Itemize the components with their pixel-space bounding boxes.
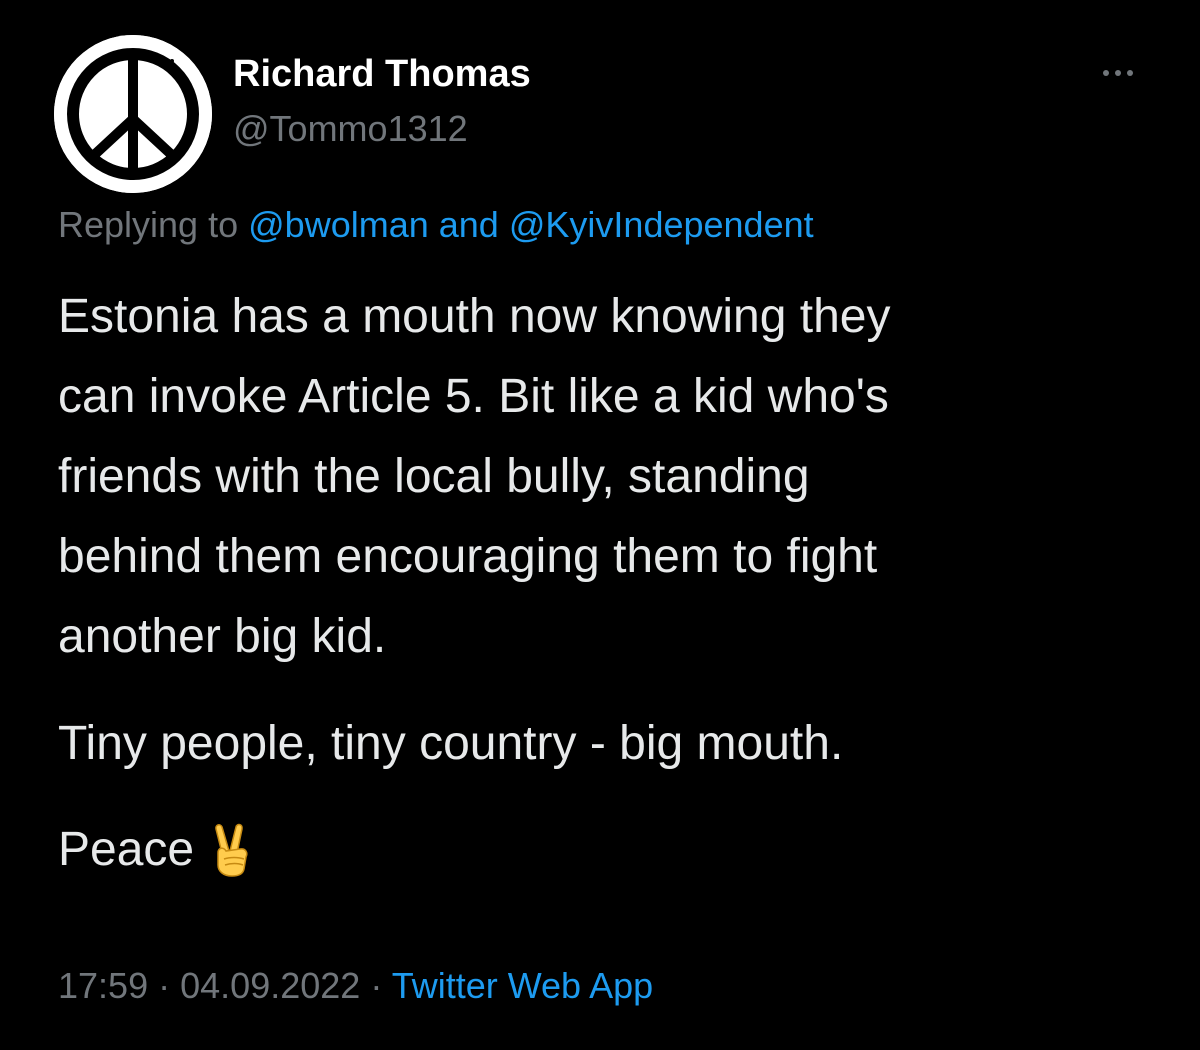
tweet-line: Estonia has a mouth now knowing they xyxy=(58,290,891,343)
mention-kyivindependent[interactable]: @KyivIndependent xyxy=(509,204,814,245)
tweet-line: another big kid. xyxy=(58,610,387,663)
tweet: Richard Thomas @Tommo1312 Replying to @b… xyxy=(0,0,1200,1050)
replying-to-label: Replying to xyxy=(58,204,239,245)
mention-bwolman[interactable]: @bwolman xyxy=(248,204,429,245)
more-dot xyxy=(1115,70,1121,76)
more-options-icon[interactable] xyxy=(1094,58,1142,88)
meta-separator: · xyxy=(370,965,383,1006)
tweet-line: behind them encouraging them to fight xyxy=(58,530,878,583)
tweet-paragraph-peace: Peace xyxy=(58,810,254,902)
display-name[interactable]: Richard Thomas xyxy=(233,50,531,98)
meta-separator: · xyxy=(158,965,171,1006)
peace-sign-icon xyxy=(54,35,212,193)
avatar[interactable] xyxy=(54,35,212,193)
replying-to: Replying to @bwolman and @KyivIndependen… xyxy=(58,202,814,248)
tweet-paragraph: Tiny people, tiny country - big mouth. xyxy=(58,717,844,770)
replying-to-conjunction[interactable]: and xyxy=(439,204,499,245)
peace-text: Peace xyxy=(58,823,195,876)
victory-hand-emoji-icon xyxy=(210,822,254,902)
tweet-meta: 17:59 · 04.09.2022 · Twitter Web App xyxy=(58,962,653,1010)
more-dot xyxy=(1103,70,1109,76)
user-handle[interactable]: @Tommo1312 xyxy=(233,106,468,152)
tweet-line: can invoke Article 5. Bit like a kid who… xyxy=(58,370,889,423)
tweet-source-link[interactable]: Twitter Web App xyxy=(392,965,653,1006)
tweet-date: 04.09.2022 xyxy=(180,965,361,1006)
tweet-line: friends with the local bully, standing xyxy=(58,450,810,503)
tweet-time: 17:59 xyxy=(58,965,149,1006)
more-dot xyxy=(1127,70,1133,76)
